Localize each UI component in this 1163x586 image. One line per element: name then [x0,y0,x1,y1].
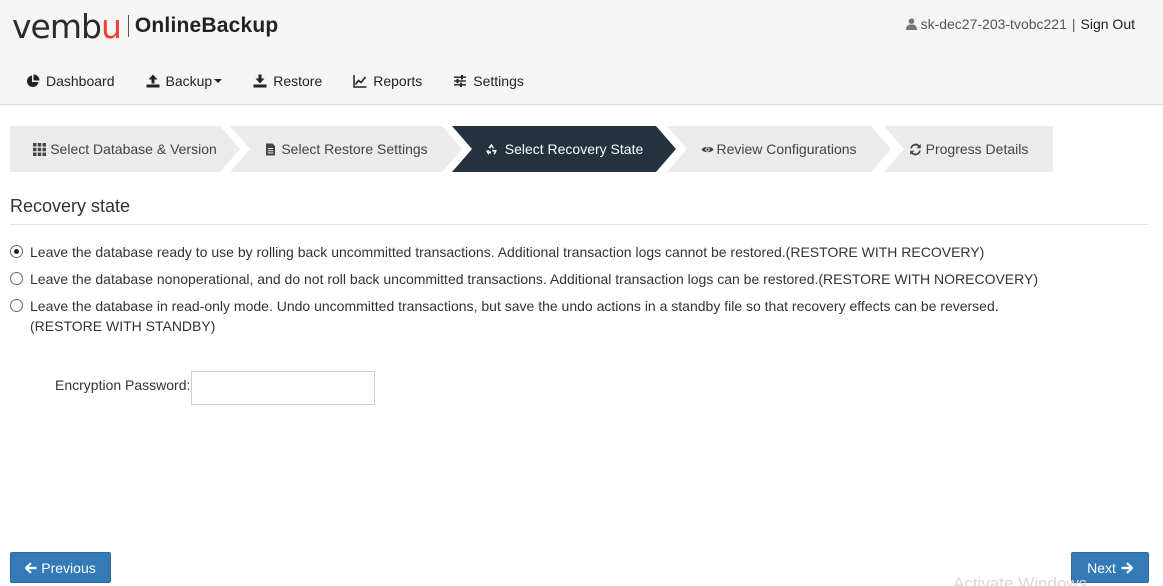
line-chart-icon [353,75,367,88]
nav-restore[interactable]: Restore [253,73,322,89]
option-label: Leave the database ready to use by rolli… [30,244,985,260]
pie-chart-icon [26,74,40,88]
radio-button[interactable] [10,299,23,312]
encryption-password-label: Encryption Password: [55,377,191,393]
option-label: Leave the database nonoperational, and d… [30,271,1039,287]
step-label: Select Recovery State [504,141,644,157]
wizard-steps: Select Database & Version Select Restore… [10,126,1060,172]
step-label: Select Restore Settings [281,141,428,157]
upload-icon [146,74,159,88]
step-label: Progress Details [925,141,1029,157]
arrow-right-icon [1121,561,1133,574]
nav-reports-label: Reports [373,73,423,89]
user-icon [905,18,917,30]
nav-reports[interactable]: Reports [353,73,422,89]
chevron-down-icon [214,79,223,83]
sliders-icon [454,75,467,87]
nav-settings-label: Settings [473,73,524,89]
sign-out-link[interactable]: Sign Out [1081,16,1135,32]
arrow-left-icon [25,561,37,574]
vembu-logo[interactable]: vembu OnlineBackup [12,8,278,44]
app-header: vembu OnlineBackup sk-dec27-203-tvobc221… [0,0,1163,105]
username: sk-dec27-203-tvobc221 [920,16,1067,32]
option-label-line2: (RESTORE WITH STANDBY) [30,318,216,334]
user-box: sk-dec27-203-tvobc221 | Sign Out [905,16,1135,32]
option-restore-with-recovery[interactable]: Leave the database ready to use by rolli… [10,242,984,262]
step-review-configurations[interactable]: Review Configurations [667,126,891,172]
nav-dashboard-label: Dashboard [46,73,115,89]
next-button-label: Next [1087,559,1116,576]
encryption-password-input[interactable] [191,371,375,405]
radio-button[interactable] [10,272,23,285]
logo-divider [127,15,129,37]
step-select-restore-settings[interactable]: Select Restore Settings [230,126,462,172]
document-icon [266,143,276,155]
nav-dashboard[interactable]: Dashboard [26,73,115,89]
step-select-database[interactable]: Select Database & Version [10,126,240,172]
option-label: Leave the database in read-only mode. Un… [30,298,999,314]
step-label: Review Configurations [716,141,857,157]
activate-windows-watermark: Activate Windows [953,574,1088,586]
previous-button-label: Previous [41,559,96,576]
logo-wordmark: vembu [12,6,122,46]
step-progress-details[interactable]: Progress Details [884,126,1053,172]
grid-icon [33,142,47,156]
nav-settings[interactable]: Settings [453,73,524,89]
section-title: Recovery state [10,196,131,216]
user-separator: | [1071,16,1076,32]
nav-backup[interactable]: Backup [146,73,223,89]
step-label: Select Database & Version [50,141,217,157]
section-divider [10,224,1149,225]
option-restore-with-standby[interactable]: Leave the database in read-only mode. Un… [10,296,1000,336]
download-icon [253,74,267,88]
radio-button[interactable] [10,245,23,258]
recycle-icon [485,143,497,155]
option-restore-with-norecovery[interactable]: Leave the database nonoperational, and d… [10,269,1038,289]
nav-backup-label: Backup [165,73,213,89]
previous-button[interactable]: Previous [10,552,111,583]
main-nav: Dashboard Backup Restore Reports Setting… [26,73,555,89]
step-select-recovery-state[interactable]: Select Recovery State [452,126,676,172]
refresh-icon [909,143,921,155]
nav-restore-label: Restore [273,73,323,89]
product-name: OnlineBackup [134,14,279,37]
eye-icon [701,146,714,152]
option-label-block: Leave the database in read-only mode. Un… [30,296,999,336]
